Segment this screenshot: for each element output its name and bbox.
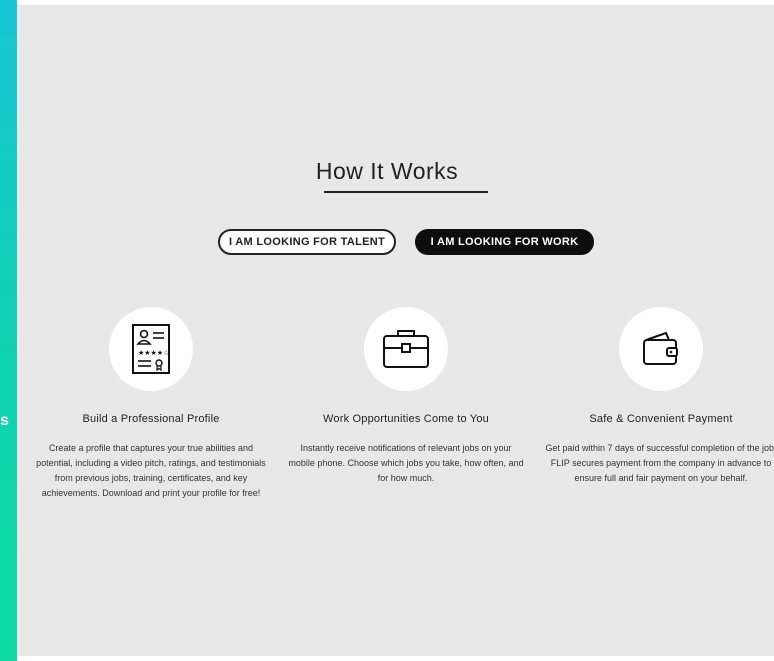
profile-card-icon: ★★★★☆ <box>132 324 170 374</box>
feature-icon-circle: ★★★★☆ <box>109 307 193 391</box>
page-title: How It Works <box>315 158 459 184</box>
feature-description: Create a profile that captures your true… <box>36 443 266 498</box>
feature-description: Instantly receive notifications of relev… <box>288 443 524 483</box>
feature-safe-payment: Safe & Convenient Payment Get paid withi… <box>541 307 774 486</box>
feature-work-opportunities: Work Opportunities Come to You Instantly… <box>286 307 526 486</box>
briefcase-icon <box>383 330 429 368</box>
wallet-icon <box>643 331 678 365</box>
feature-title: Work Opportunities Come to You <box>323 413 489 425</box>
looking-for-talent-button[interactable]: I AM LOOKING FOR TALENT <box>218 229 396 255</box>
feature-icon-circle <box>619 307 703 391</box>
feature-description: Get paid within 7 days of successful com… <box>545 443 774 483</box>
feature-title: Build a Professional Profile <box>82 413 220 425</box>
feature-icon-circle <box>364 307 448 391</box>
left-gradient-strip: s <box>0 0 17 661</box>
title-underline <box>324 191 488 193</box>
svg-text:★★★★☆: ★★★★☆ <box>138 349 169 357</box>
feature-build-profile: ★★★★☆ Build a Professional Profile Creat… <box>31 307 271 501</box>
feature-title: Safe & Convenient Payment <box>589 413 733 425</box>
sidebar-partial-text: s <box>0 412 9 429</box>
looking-for-work-button[interactable]: I AM LOOKING FOR WORK <box>415 229 594 255</box>
